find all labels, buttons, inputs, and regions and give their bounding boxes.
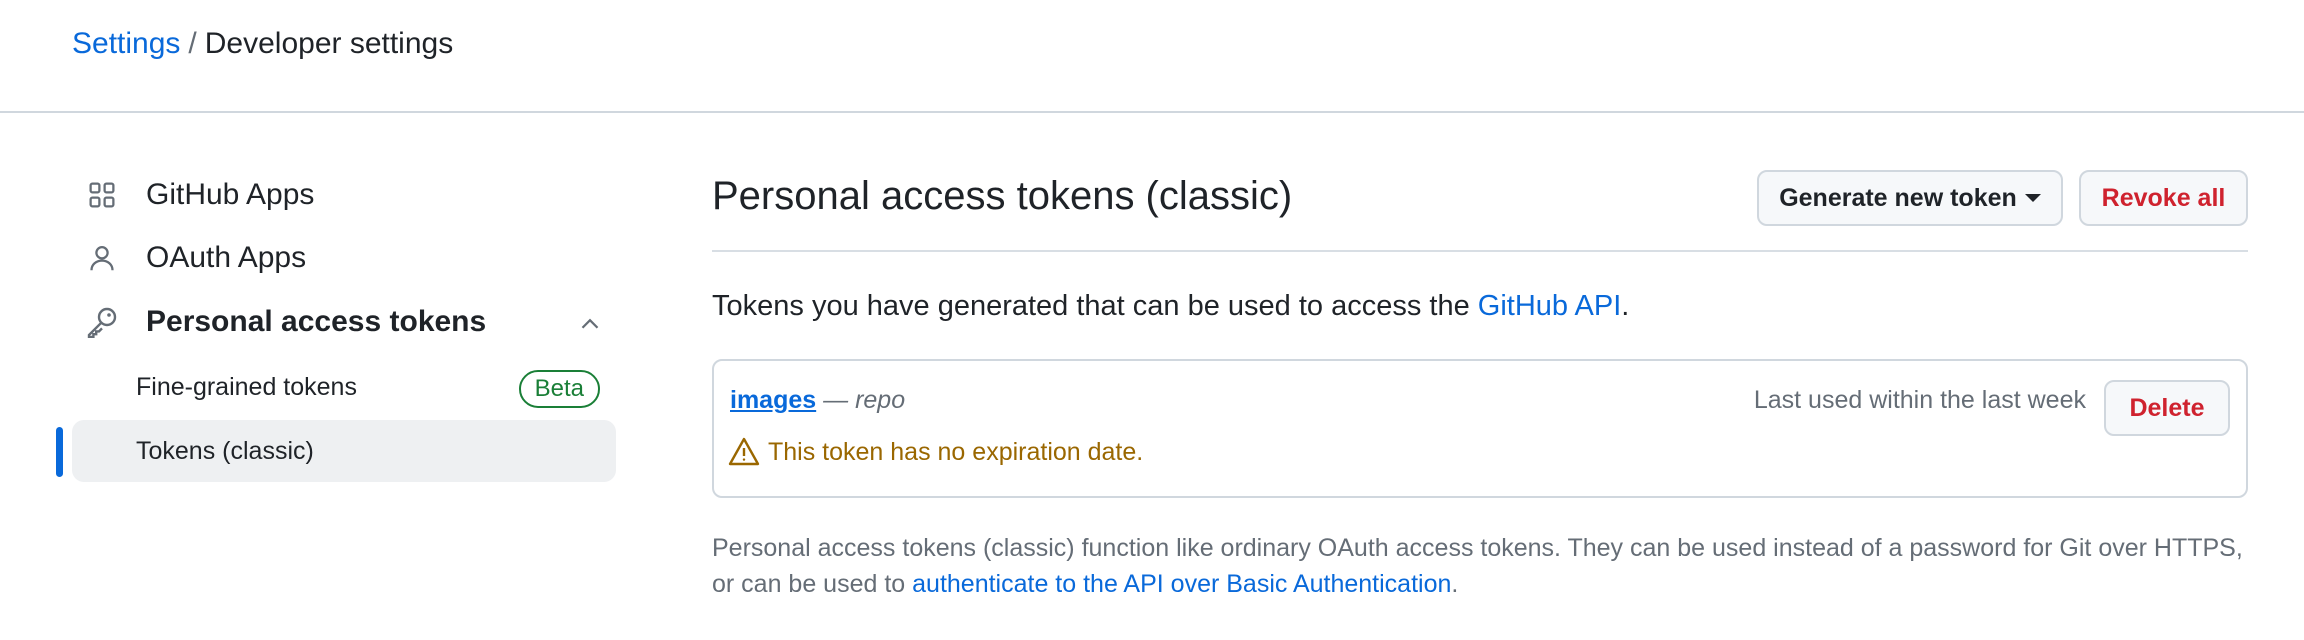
revoke-all-button[interactable]: Revoke all	[2079, 170, 2248, 226]
sidebar-item-tokens-classic[interactable]: Tokens (classic)	[72, 420, 616, 482]
apps-icon	[86, 179, 118, 211]
warning-text: This token has no expiration date.	[768, 438, 1144, 466]
sidebar-item-oauth-apps[interactable]: OAuth Apps	[56, 228, 616, 288]
breadcrumb: Settings / Developer settings	[72, 24, 453, 64]
generate-new-token-label: Generate new token	[1779, 183, 2017, 212]
sidebar-subitem-label: Tokens (classic)	[136, 436, 314, 465]
footer-note: Personal access tokens (classic) functio…	[712, 530, 2248, 602]
title-divider	[712, 250, 2248, 252]
delete-token-button[interactable]: Delete	[2104, 380, 2230, 436]
token-list-item: images — repo Last used within the last …	[712, 359, 2248, 498]
active-indicator	[56, 427, 63, 477]
token-scope-separator: —	[816, 386, 856, 414]
generate-new-token-button[interactable]: Generate new token	[1757, 170, 2063, 226]
sidebar-subitem-label: Fine-grained tokens	[136, 372, 357, 401]
key-icon	[86, 306, 118, 338]
caret-down-icon	[2024, 194, 2041, 202]
description: Tokens you have generated that can be us…	[712, 286, 1629, 326]
expiration-warning: This token has no expiration date.	[728, 435, 1143, 469]
token-name-link[interactable]: images	[730, 386, 816, 414]
last-used-text: Last used within the last week	[1753, 386, 2086, 414]
sidebar-item-personal-access-tokens[interactable]: Personal access tokens	[56, 292, 616, 352]
beta-badge: Beta	[518, 370, 600, 408]
sidebar-item-github-apps[interactable]: GitHub Apps	[56, 165, 616, 225]
sidebar-item-label: Personal access tokens	[146, 305, 487, 338]
token-header: images — repo	[730, 383, 905, 417]
breadcrumb-current: Developer settings	[204, 27, 454, 60]
breadcrumb-settings-link[interactable]: Settings	[72, 27, 180, 60]
github-api-link[interactable]: GitHub API	[1478, 290, 1621, 322]
chevron-up-icon[interactable]	[578, 310, 602, 334]
token-scope: repo	[855, 386, 906, 414]
sidebar-item-label: OAuth Apps	[146, 241, 307, 274]
sidebar-item-fine-grained-tokens[interactable]: Fine-grained tokens Beta	[72, 356, 616, 418]
description-text: Tokens you have generated that can be us…	[712, 290, 1478, 322]
person-icon	[86, 242, 118, 274]
breadcrumb-separator: /	[188, 27, 197, 60]
footer-end: .	[1451, 570, 1459, 598]
alert-icon	[728, 436, 760, 468]
page-title: Personal access tokens (classic)	[712, 174, 1293, 218]
top-header: Settings / Developer settings	[0, 0, 2304, 113]
description-end: .	[1621, 290, 1630, 322]
basic-auth-link[interactable]: authenticate to the API over Basic Authe…	[912, 570, 1451, 598]
sidebar-item-label: GitHub Apps	[146, 178, 315, 211]
